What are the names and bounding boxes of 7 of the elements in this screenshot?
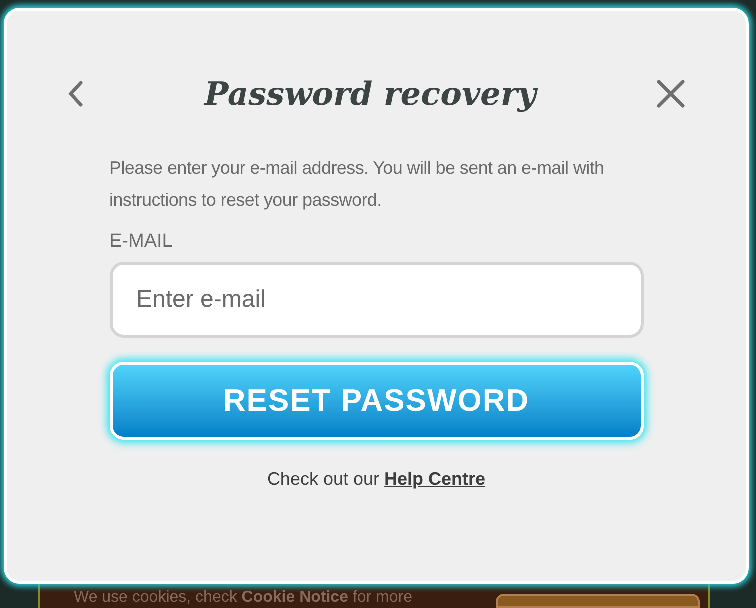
help-text: Check out our (267, 469, 380, 489)
dialog-title: Password recovery (204, 74, 536, 115)
email-label: E-MAIL (110, 230, 174, 254)
help-centre-link[interactable]: Help Centre (384, 469, 486, 489)
cookie-notice-text: We use cookies, check Cookie Notice for more (74, 589, 412, 607)
email-field[interactable]: Enter e-mail (110, 262, 644, 338)
instructions-text: Please enter your e-mail address. You will be sent an e-mail with instructions to reset your password. (110, 157, 606, 212)
